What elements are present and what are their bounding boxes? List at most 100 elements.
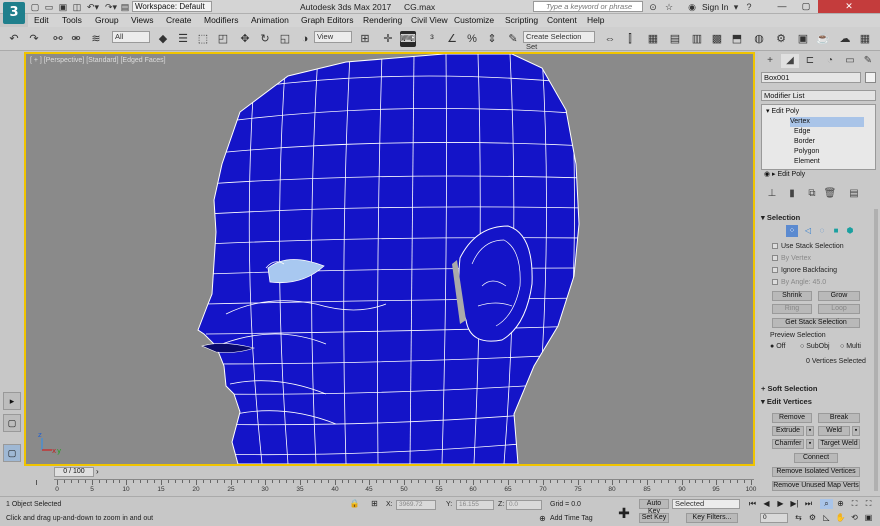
modifier-stack[interactable]: ▾ Edit Poly Vertex Edge Border Polygon E…	[761, 104, 876, 170]
user-icon[interactable]: ◉	[687, 1, 697, 13]
z-coordinate-field[interactable]: 0.0	[506, 500, 542, 510]
snaps-toggle-icon[interactable]: ³	[424, 31, 440, 47]
play-icon[interactable]: ▶	[774, 499, 787, 509]
material-editor-icon[interactable]: ◍	[751, 31, 767, 47]
workspace-dropdown[interactable]: Workspace: Default	[132, 1, 212, 12]
move-icon[interactable]: ✥	[237, 31, 253, 47]
element-mode-icon[interactable]: ⬢	[844, 225, 856, 237]
maximize-viewport-icon[interactable]: ▣	[862, 513, 875, 523]
minimize-button[interactable]: —	[770, 0, 794, 13]
x-coordinate-field[interactable]: 3969.72	[396, 500, 436, 510]
zoom-all-icon[interactable]: ⊕	[834, 499, 847, 509]
viewport-layout-a[interactable]: ▢	[3, 414, 21, 432]
lock-selection-icon[interactable]: 🔒	[348, 499, 361, 509]
rendered-frame-window-icon[interactable]: ▣	[795, 31, 811, 47]
chamfer-button[interactable]: Chamfer	[772, 439, 804, 449]
percent-snap-icon[interactable]: %	[464, 31, 480, 47]
select-object-icon[interactable]: ◆	[155, 31, 171, 47]
show-end-result-icon[interactable]: ▮	[783, 187, 801, 201]
menu-animation[interactable]: Animation	[251, 14, 289, 27]
open-file-icon[interactable]: ▭	[44, 1, 54, 13]
soft-selection-rollout-header[interactable]: + Soft Selection	[761, 383, 876, 394]
edit-vertices-rollout-header[interactable]: ▾ Edit Vertices	[761, 396, 876, 407]
undo-icon[interactable]: ↶	[6, 31, 22, 47]
zoom-icon[interactable]: ⌕	[820, 499, 833, 509]
key-selection-dropdown[interactable]: Selected	[672, 499, 740, 509]
render-production-icon[interactable]: ☕	[815, 31, 831, 47]
mirror-icon[interactable]: ⇔	[602, 31, 618, 47]
target-weld-button[interactable]: Target Weld	[818, 439, 860, 449]
curve-editor-icon[interactable]: ▩	[709, 31, 725, 47]
y-coordinate-field[interactable]: 16.155	[456, 500, 494, 510]
schematic-view-icon[interactable]: ⬒	[729, 31, 745, 47]
stack-item-vertex[interactable]: Vertex	[790, 117, 864, 127]
menu-rendering[interactable]: Rendering	[363, 14, 402, 27]
preview-multi-radio[interactable]: ○ Multi	[840, 342, 861, 351]
break-button[interactable]: Break	[818, 413, 860, 423]
link-icon[interactable]: ⚯	[50, 31, 66, 47]
redo-icon[interactable]: ↷	[26, 31, 42, 47]
vertex-mode-icon[interactable]: ⁘	[786, 225, 798, 237]
scroll-arrow-icon[interactable]: ▸	[3, 392, 21, 410]
display-tab-icon[interactable]: ▭	[841, 54, 859, 68]
stack-item-polygon[interactable]: Polygon	[794, 147, 880, 157]
place-icon[interactable]: ◑	[297, 31, 313, 47]
named-selection-dropdown[interactable]: Create Selection Set	[523, 31, 595, 51]
auto-key-button[interactable]: Auto Key	[639, 499, 669, 515]
head-mesh[interactable]: z x y	[26, 54, 753, 464]
menu-views[interactable]: Views	[131, 14, 154, 27]
key-filters-button[interactable]: Key Filters...	[686, 513, 738, 523]
stack-item-border[interactable]: Border	[794, 137, 880, 147]
create-tab-icon[interactable]: +	[761, 54, 779, 68]
frame-ruler[interactable]: 0 5 10 15 20 25 30 35 40 45 50 55 60 65 70 75 80 85 90 95 10…	[54, 479, 756, 493]
time-tag-icon[interactable]: ⊕	[536, 514, 549, 524]
menu-tools[interactable]: Tools	[62, 14, 82, 27]
menu-graph-editors[interactable]: Graph Editors	[301, 14, 353, 27]
time-config-icon[interactable]: ⚙	[806, 513, 819, 523]
search-input[interactable]: Type a keyword or phrase	[533, 1, 643, 12]
unlink-icon[interactable]: ⚮	[68, 31, 84, 47]
zoom-extents-all-icon[interactable]: ⛶	[862, 499, 875, 509]
go-to-start-icon[interactable]: ⏮	[746, 499, 759, 509]
grow-button[interactable]: Grow	[818, 291, 860, 301]
modify-tab-icon[interactable]: ◢	[781, 54, 799, 68]
menu-help[interactable]: Help	[587, 14, 604, 27]
by-angle-checkbox[interactable]: By Angle: 45.0	[772, 278, 826, 287]
set-keys-icon[interactable]: ✚	[615, 504, 633, 522]
preview-subobj-radio[interactable]: ○ SubObj	[800, 342, 830, 351]
selection-filter-dropdown[interactable]: All	[112, 31, 150, 43]
loop-button[interactable]: Loop	[818, 304, 860, 314]
ring-button[interactable]: Ring	[772, 304, 812, 314]
remove-modifier-icon[interactable]: 🗑	[821, 187, 839, 201]
app-logo[interactable]: 3	[3, 2, 25, 24]
key-mode-icon[interactable]: ⇆	[792, 513, 805, 523]
hierarchy-tab-icon[interactable]: ⊏	[801, 54, 819, 68]
remove-unused-map-verts-button[interactable]: Remove Unused Map Verts	[772, 481, 860, 491]
polygon-mode-icon[interactable]: ■	[830, 225, 842, 237]
scene-explorer-icon[interactable]: ▦	[645, 31, 661, 47]
make-unique-icon[interactable]: ⧉	[803, 187, 821, 201]
use-stack-selection-checkbox[interactable]: Use Stack Selection	[772, 242, 844, 251]
border-mode-icon[interactable]: ◌	[816, 225, 828, 237]
a360-gallery-icon[interactable]: ▦	[857, 31, 873, 47]
connect-button[interactable]: Connect	[794, 453, 838, 463]
render-setup-icon[interactable]: ⚙	[773, 31, 789, 47]
new-file-icon[interactable]: ▢	[30, 1, 40, 13]
menu-modifiers[interactable]: Modifiers	[204, 14, 238, 27]
modifier-list-dropdown[interactable]: Modifier List	[761, 90, 876, 101]
star-icon[interactable]: ☆	[664, 1, 674, 13]
toggle-ribbon-icon[interactable]: ▥	[689, 31, 705, 47]
stack-item-edit-poly[interactable]: ▾ Edit Poly	[766, 107, 871, 117]
previous-frame-icon[interactable]: ◀	[760, 499, 773, 509]
add-time-tag-button[interactable]: Add Time Tag	[550, 514, 593, 524]
select-manipulate-icon[interactable]: ✛	[380, 31, 396, 47]
chamfer-settings-icon[interactable]: ▪	[806, 439, 814, 449]
help-icon[interactable]: ?	[744, 1, 754, 13]
menu-content[interactable]: Content	[547, 14, 577, 27]
shrink-button[interactable]: Shrink	[772, 291, 812, 301]
select-by-name-icon[interactable]: ☰	[175, 31, 191, 47]
pin-stack-icon[interactable]: ⊥	[763, 187, 781, 201]
rectangle-selection-icon[interactable]: ⬚	[195, 31, 211, 47]
utilities-tab-icon[interactable]: ✎	[859, 54, 877, 68]
spinner-snap-icon[interactable]: ⇕	[484, 31, 500, 47]
